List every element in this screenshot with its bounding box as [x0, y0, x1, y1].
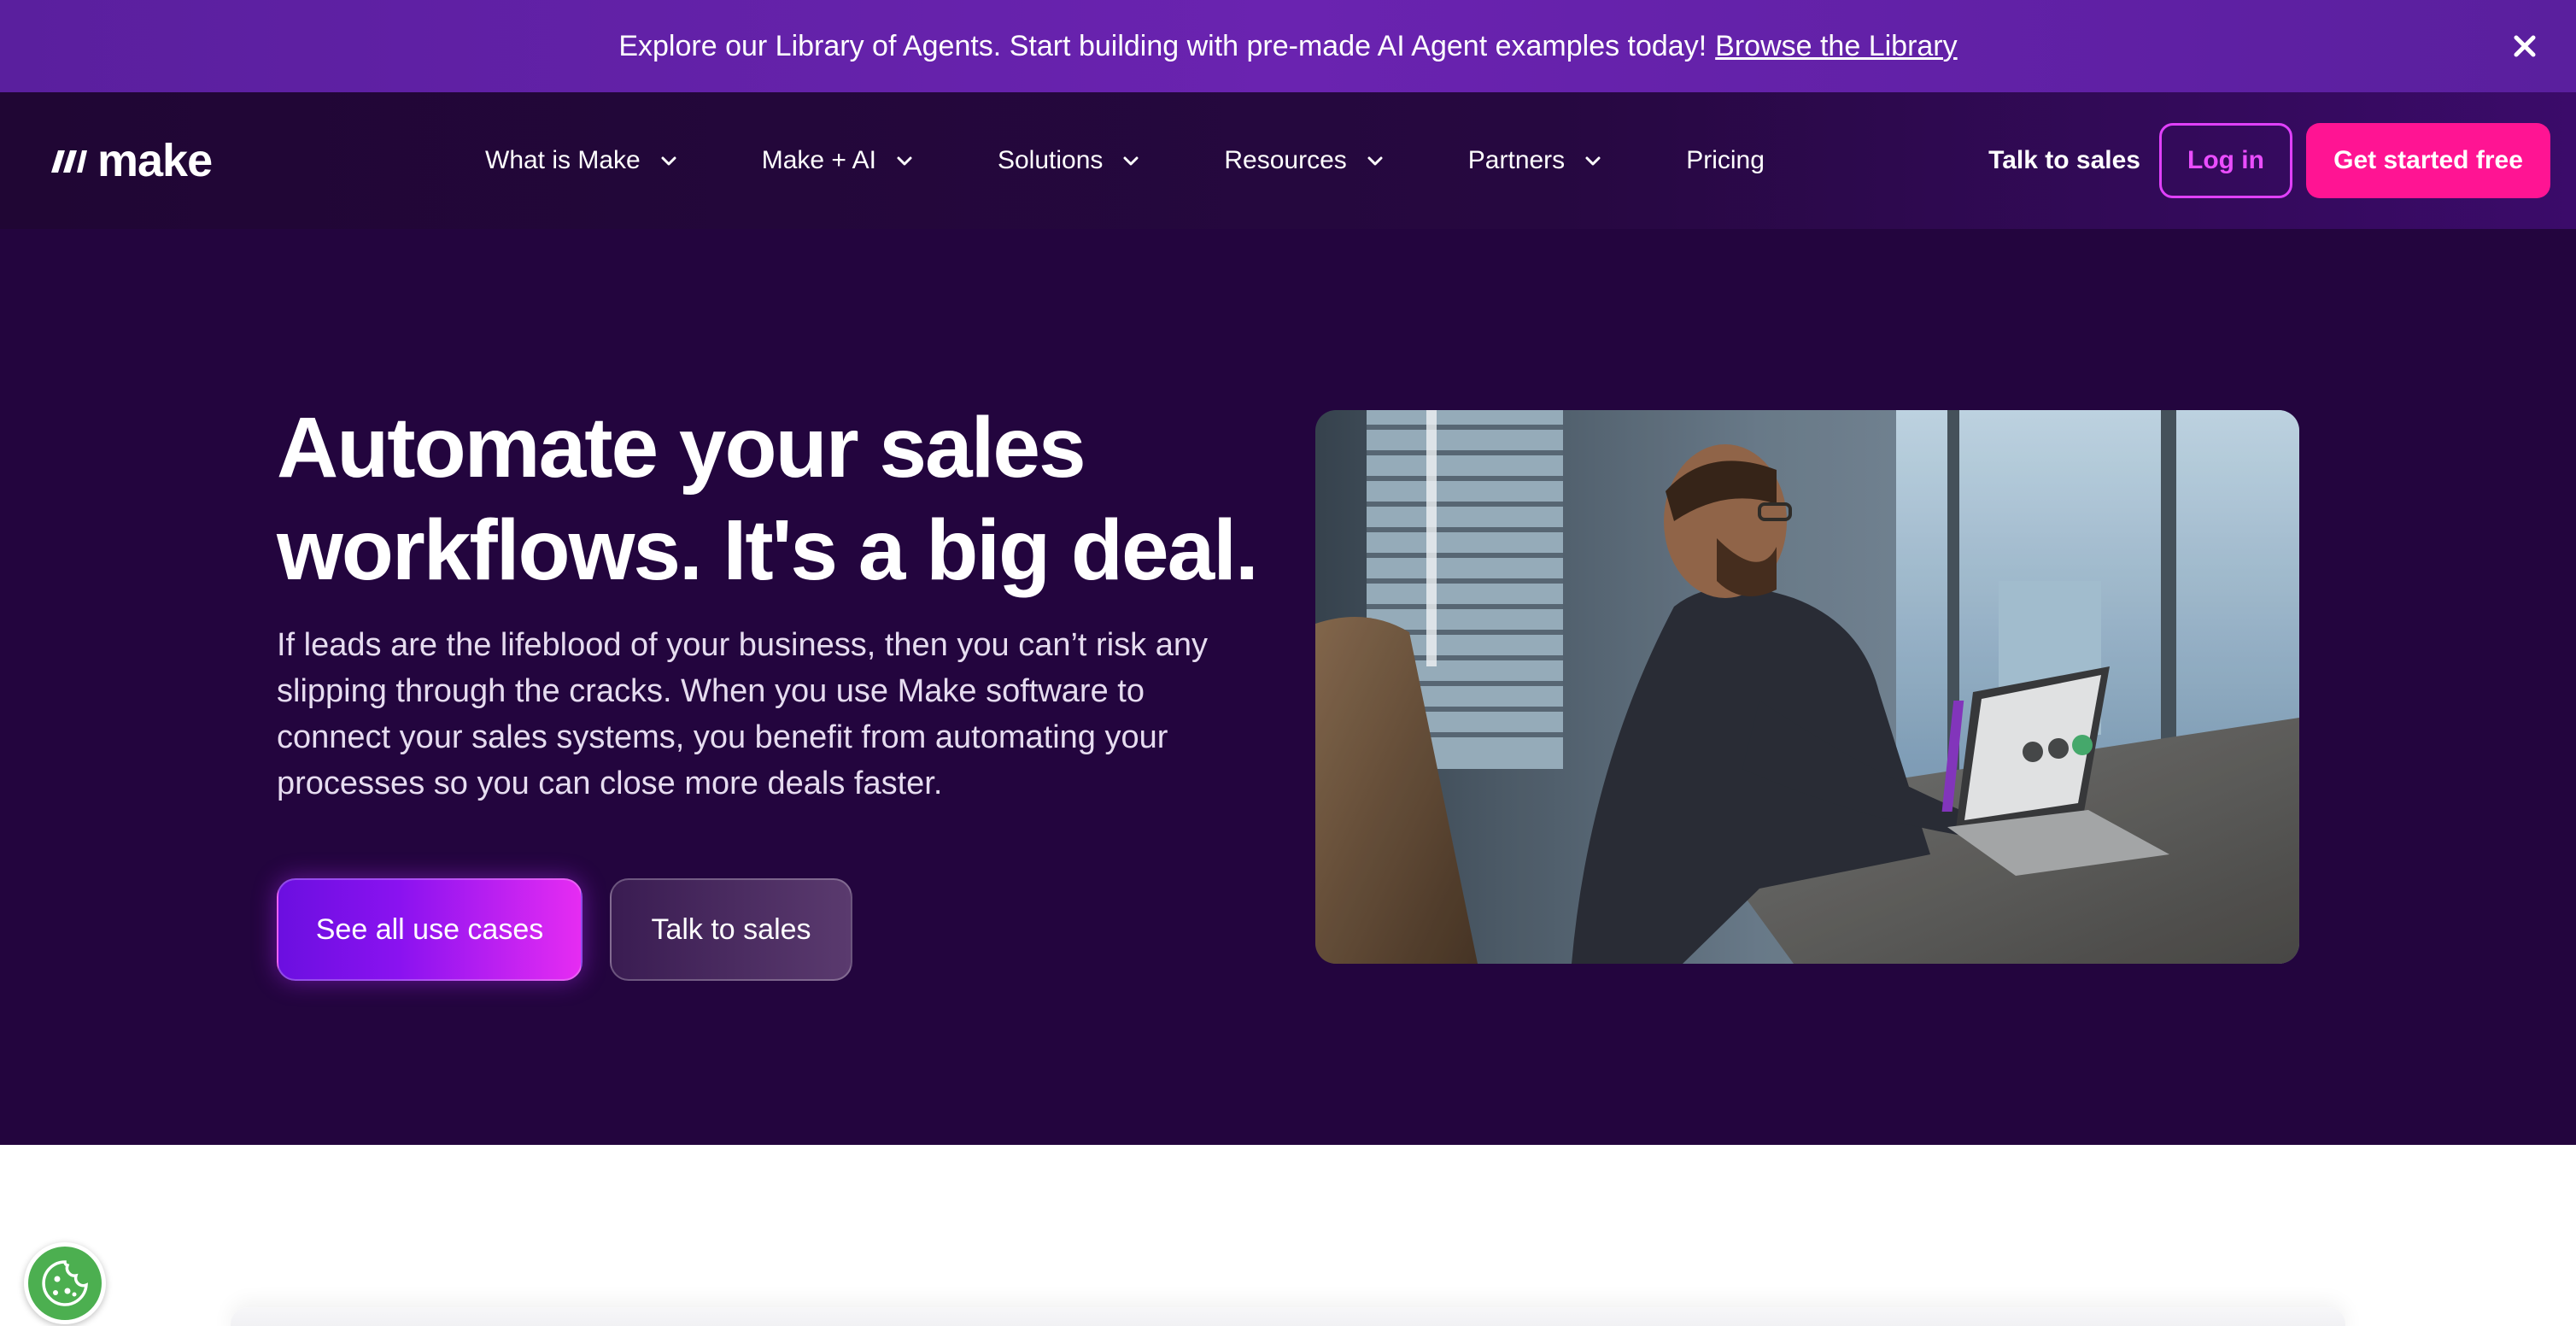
announcement-text: Explore our Library of Agents. Start bui…: [618, 29, 1707, 62]
content-card-top: [231, 1307, 2345, 1326]
nav-partners[interactable]: Partners: [1468, 146, 1602, 175]
nav-resources[interactable]: Resources: [1224, 146, 1384, 175]
site-header: make What is Make Make + AI Solutions Re…: [0, 92, 2576, 229]
make-logo-icon: [51, 150, 87, 173]
login-button[interactable]: Log in: [2159, 123, 2292, 198]
hero-title: Automate your sales workflows. It's a bi…: [277, 396, 1268, 601]
hero-title-line-1: Automate your sales: [277, 400, 1086, 496]
content-section: [0, 1145, 2576, 1326]
chevron-down-icon: [661, 156, 676, 166]
browse-library-link[interactable]: Browse the Library: [1715, 30, 1957, 63]
cookie-icon[interactable]: [24, 1242, 106, 1324]
nav-pricing[interactable]: Pricing: [1686, 146, 1765, 175]
hero-description: If leads are the lifeblood of your busin…: [277, 627, 1208, 801]
nav-make-ai[interactable]: Make + AI: [762, 146, 914, 175]
office-worker-laptop-photo: [1315, 410, 2299, 964]
announcement-bar: Explore our Library of Agents. Start bui…: [0, 0, 2576, 92]
main-nav: What is Make Make + AI Solutions Resourc…: [485, 92, 1848, 229]
nav-label: Resources: [1224, 146, 1347, 174]
talk-to-sales-link[interactable]: Talk to sales: [1988, 146, 2140, 175]
make-logo[interactable]: make: [48, 135, 213, 186]
hero-title-line-2: workflows. It's a big deal.: [277, 502, 1259, 598]
hero-section: Automate your sales workflows. It's a bi…: [0, 229, 2576, 1145]
nav-label: Partners: [1467, 146, 1566, 174]
nav-label: Pricing: [1686, 146, 1765, 174]
nav-what-is-make[interactable]: What is Make: [485, 146, 678, 175]
nav-label: What is Make: [485, 146, 641, 174]
close-icon[interactable]: [2508, 29, 2542, 63]
header-actions: Talk to sales Log in Get started free: [1988, 123, 2550, 198]
chevron-down-icon: [1585, 156, 1601, 166]
chevron-down-icon: [1123, 156, 1139, 166]
logo-text: make: [97, 135, 213, 186]
see-all-use-cases-button[interactable]: See all use cases: [277, 878, 583, 981]
nav-label: Make + AI: [761, 146, 876, 174]
nav-label: Solutions: [997, 146, 1104, 174]
chevron-down-icon: [1367, 156, 1383, 166]
nav-solutions[interactable]: Solutions: [998, 146, 1140, 175]
talk-to-sales-button[interactable]: Talk to sales: [610, 878, 852, 981]
chevron-down-icon: [897, 156, 912, 166]
get-started-button[interactable]: Get started free: [2306, 123, 2550, 198]
